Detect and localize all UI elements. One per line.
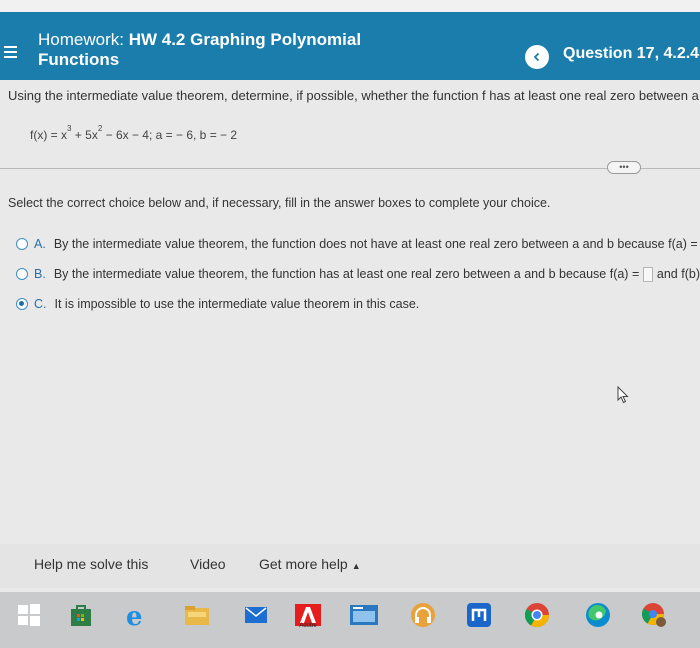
file-explorer-icon[interactable] [182, 600, 212, 630]
homework-title: Homework: HW 4.2 Graphing Polynomial Fun… [38, 30, 398, 70]
edge-legacy-icon[interactable]: e [122, 600, 152, 630]
chrome-profile-icon[interactable] [639, 600, 669, 630]
function-part: − 6x − 4; a = − 6, b = − 2 [102, 128, 238, 142]
previous-question-button[interactable] [525, 45, 549, 69]
choice-text: By the intermediate value theorem, the f… [53, 237, 698, 251]
function-exponent: 2 [97, 124, 103, 133]
choice-letter: B. [34, 267, 46, 281]
svg-text:e: e [126, 602, 143, 629]
radio-button[interactable] [16, 238, 28, 250]
adobe-label: Adobe [299, 623, 317, 629]
choice-text-after: and f(b) [656, 267, 700, 281]
radio-button-selected[interactable] [16, 298, 28, 310]
windows-start-icon[interactable] [14, 600, 44, 630]
store-icon[interactable] [66, 600, 96, 630]
chrome-icon[interactable] [522, 600, 552, 630]
video-button[interactable]: Video [190, 556, 226, 572]
choice-instruction: Select the correct choice below and, if … [8, 196, 551, 210]
question-number: Question 17, 4.2.45 [563, 45, 700, 62]
choice-b[interactable]: B. By the intermediate value theorem, th… [16, 265, 700, 283]
mail-icon[interactable] [241, 600, 271, 630]
header-bar: Homework: HW 4.2 Graphing Polynomial Fun… [0, 12, 700, 80]
problem-prompt: Using the intermediate value theorem, de… [8, 88, 700, 103]
headphones-app-icon[interactable] [408, 600, 438, 630]
radio-button[interactable] [16, 268, 28, 280]
function-part: f(x) = x [30, 128, 68, 142]
get-more-help-label: Get more help [259, 556, 348, 572]
choice-letter: A. [34, 237, 46, 251]
choice-a[interactable]: A. By the intermediate value theorem, th… [16, 235, 700, 253]
top-strip [0, 0, 700, 12]
answer-box-fa[interactable] [643, 266, 653, 282]
function-part: + 5x [71, 128, 98, 142]
adobe-icon[interactable]: Adobe [293, 600, 323, 630]
get-more-help-button[interactable]: Get more help ▲ [259, 556, 361, 572]
help-me-solve-button[interactable]: Help me solve this [34, 556, 148, 572]
function-definition: f(x) = x3 + 5x2 − 6x − 4; a = − 6, b = −… [30, 124, 238, 142]
section-divider [0, 168, 700, 169]
edge-icon[interactable] [583, 600, 613, 630]
function-exponent: 3 [67, 124, 72, 133]
choice-text: By the intermediate value theorem, the f… [53, 267, 640, 281]
mouse-cursor-icon [617, 386, 629, 404]
expand-more-button[interactable]: ••• [607, 161, 641, 174]
app-window-icon[interactable] [349, 600, 379, 630]
choice-text: It is impossible to use the intermediate… [54, 297, 420, 311]
homework-label: Homework: [38, 30, 124, 49]
choice-letter: C. [34, 297, 47, 311]
chevron-left-icon [533, 52, 540, 62]
m-app-icon[interactable] [464, 600, 494, 630]
choice-c[interactable]: C. It is impossible to use the intermedi… [16, 295, 700, 313]
menu-icon[interactable] [4, 46, 18, 60]
caret-up-icon: ▲ [351, 561, 361, 571]
